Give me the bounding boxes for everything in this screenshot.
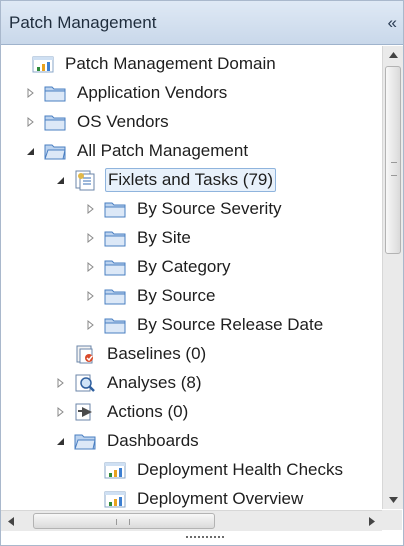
- folder-icon: [103, 198, 127, 220]
- expand-arrow-icon[interactable]: [83, 203, 97, 214]
- tree-item-by-site[interactable]: By Site: [83, 223, 193, 252]
- tree-item-by-source-severity[interactable]: By Source Severity: [83, 194, 284, 223]
- tree-item-fixlets-and-tasks[interactable]: Fixlets and Tasks (79): [53, 165, 277, 194]
- scroll-up-button[interactable]: [383, 46, 403, 64]
- collapse-arrow-icon[interactable]: [53, 175, 67, 185]
- scroll-right-button[interactable]: [362, 511, 382, 531]
- tree-item-label: Dashboards: [107, 430, 199, 450]
- tree-item-patch-management-domain[interactable]: Patch Management Domain: [11, 49, 278, 78]
- collapse-arrow-icon[interactable]: [23, 146, 37, 156]
- tree-item-dashboards[interactable]: Dashboards: [53, 426, 201, 455]
- expand-arrow-icon[interactable]: [83, 232, 97, 243]
- expand-arrow-icon[interactable]: [53, 406, 67, 417]
- horizontal-grip-icon: [116, 519, 130, 525]
- horizontal-scroll-thumb[interactable]: [33, 513, 215, 529]
- tree-item-label: Deployment Health Checks: [137, 459, 343, 479]
- scroll-left-button[interactable]: [1, 511, 21, 531]
- expand-arrow-icon[interactable]: [23, 116, 37, 127]
- folder-icon: [43, 82, 67, 104]
- scroll-down-arrow-icon: [388, 497, 398, 503]
- expand-arrow-icon[interactable]: [83, 261, 97, 272]
- tree-item-deployment-health-checks[interactable]: Deployment Health Checks: [83, 455, 345, 484]
- tree-item-analyses[interactable]: Analyses (8): [53, 368, 203, 397]
- navigation-tree: Patch Management Domain Application Vend…: [1, 46, 381, 509]
- analyses-icon: [73, 372, 97, 394]
- tree-item-label: By Source Severity: [137, 198, 282, 218]
- expand-arrow-icon[interactable]: [83, 319, 97, 330]
- panel-resize-handle[interactable]: [177, 532, 233, 542]
- tree-item-os-vendors[interactable]: OS Vendors: [23, 107, 171, 136]
- tree-item-actions[interactable]: Actions (0): [53, 397, 190, 426]
- scroll-right-arrow-icon: [369, 516, 375, 526]
- expand-arrow-icon[interactable]: [53, 377, 67, 388]
- scroll-down-button[interactable]: [383, 491, 403, 509]
- dashboard-chart-icon: [103, 459, 127, 481]
- tree-item-by-source[interactable]: By Source: [83, 281, 217, 310]
- tree-item-label: By Site: [137, 227, 191, 247]
- expand-arrow-icon[interactable]: [83, 290, 97, 301]
- tree-item-label: By Source: [137, 285, 216, 305]
- tree-item-application-vendors[interactable]: Application Vendors: [23, 78, 229, 107]
- tree-item-baselines[interactable]: Baselines (0): [53, 339, 208, 368]
- collapse-panel-button[interactable]: «: [388, 13, 397, 33]
- tree-item-deployment-overview[interactable]: Deployment Overview: [83, 484, 305, 509]
- tree-item-label: Actions (0): [107, 401, 189, 421]
- domain-chart-icon: [31, 53, 55, 75]
- tree-item-label: OS Vendors: [77, 111, 169, 131]
- panel-header: Patch Management «: [1, 1, 403, 45]
- panel-title: Patch Management: [9, 12, 157, 32]
- collapse-arrow-icon[interactable]: [53, 436, 67, 446]
- scroll-up-arrow-icon: [388, 52, 398, 58]
- folder-icon: [43, 111, 67, 133]
- folder-open-icon: [73, 430, 97, 452]
- vertical-scroll-thumb[interactable]: [385, 66, 401, 254]
- vertical-scrollbar[interactable]: [382, 46, 403, 509]
- expand-arrow-icon[interactable]: [23, 87, 37, 98]
- tree-item-label: Application Vendors: [77, 82, 228, 102]
- fixlets-icon: [73, 169, 97, 191]
- folder-icon: [103, 256, 127, 278]
- tree-item-label: Fixlets and Tasks (79): [105, 167, 277, 192]
- scrollbar-corner: [382, 510, 402, 530]
- scroll-left-arrow-icon: [8, 516, 14, 526]
- tree-item-label: Analyses (8): [107, 372, 202, 392]
- folder-icon: [103, 314, 127, 336]
- tree-item-label: Deployment Overview: [137, 488, 304, 508]
- patch-management-panel: Patch Management « Patch Management Doma…: [0, 0, 404, 546]
- vertical-grip-icon: [391, 162, 397, 176]
- tree-item-label: By Source Release Date: [137, 314, 324, 334]
- baselines-icon: [73, 343, 97, 365]
- actions-icon: [73, 401, 97, 423]
- tree-item-by-source-release-date[interactable]: By Source Release Date: [83, 310, 325, 339]
- tree-item-label: By Category: [137, 256, 231, 276]
- tree-item-all-patch-management[interactable]: All Patch Management: [23, 136, 250, 165]
- horizontal-scrollbar[interactable]: [1, 510, 382, 531]
- tree-item-by-category[interactable]: By Category: [83, 252, 233, 281]
- tree-item-label: Patch Management Domain: [65, 53, 276, 73]
- folder-icon: [103, 227, 127, 249]
- folder-icon: [103, 285, 127, 307]
- tree-item-label: Baselines (0): [107, 343, 207, 363]
- tree-item-label: All Patch Management: [77, 140, 249, 160]
- folder-open-icon: [43, 140, 67, 162]
- dashboard-chart-icon: [103, 488, 127, 510]
